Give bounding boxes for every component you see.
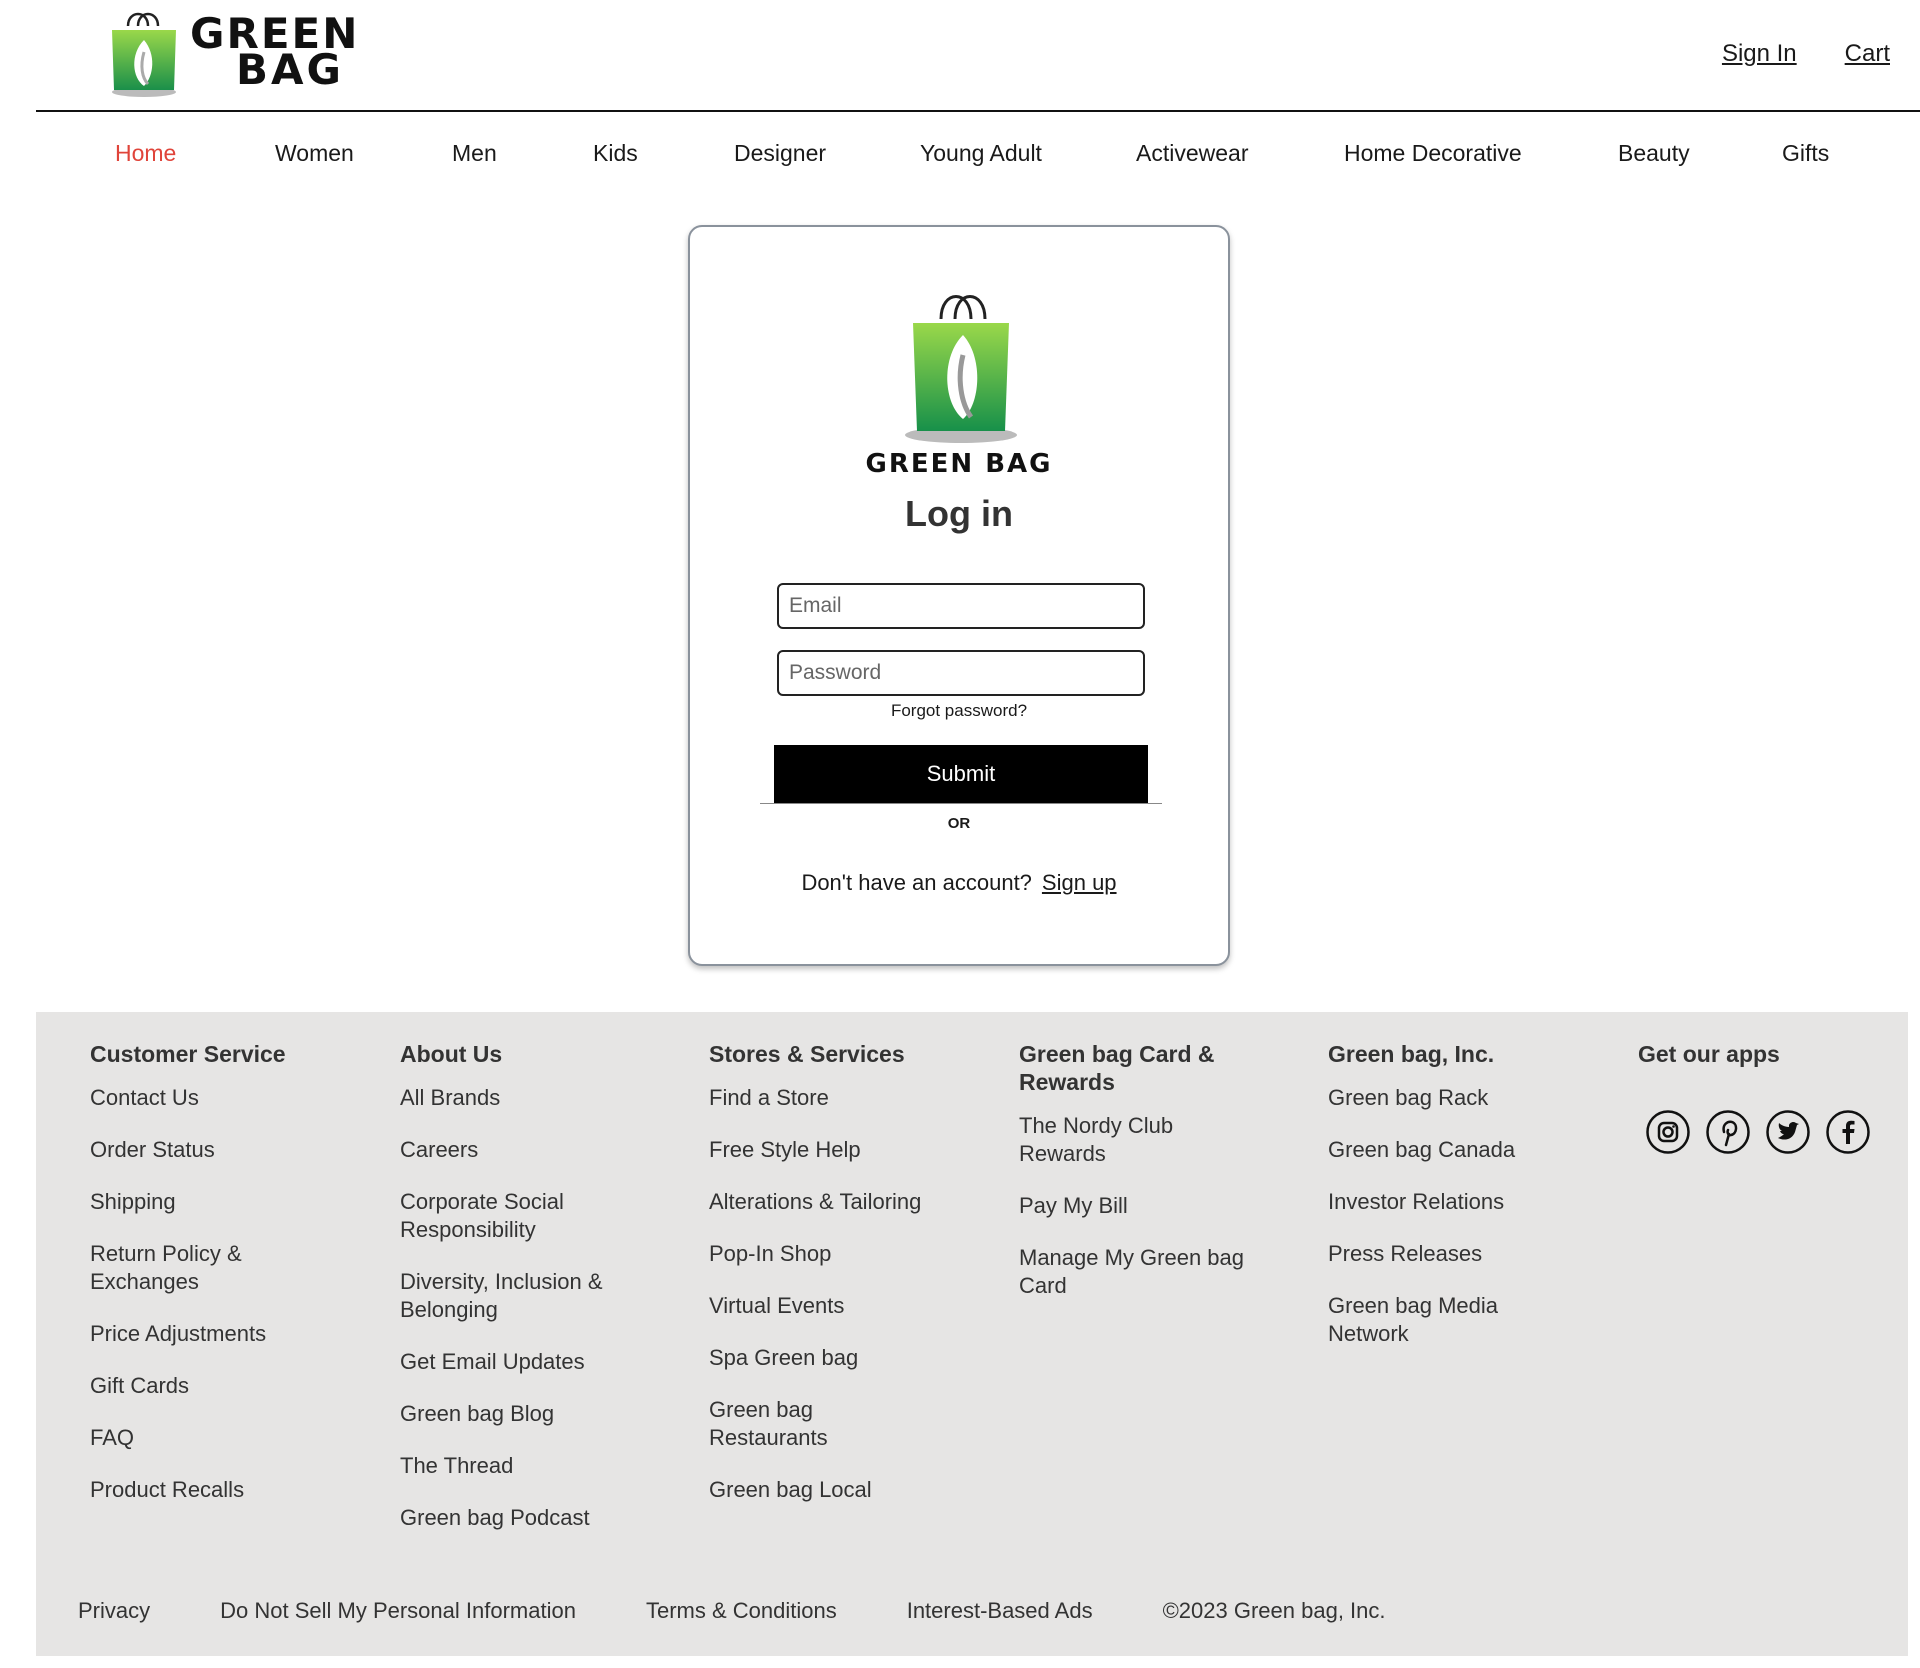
footer-link[interactable]: Green bag Media Network <box>1328 1292 1508 1348</box>
footer-link[interactable]: Pop-In Shop <box>709 1240 989 1268</box>
footer-link[interactable]: Product Recalls <box>90 1476 370 1504</box>
footer-link[interactable]: Green bag Canada <box>1328 1136 1608 1164</box>
sign-up-link[interactable]: Sign up <box>1042 870 1117 895</box>
do-not-sell-link[interactable]: Do Not Sell My Personal Information <box>220 1598 576 1624</box>
site-footer: Customer Service Contact Us Order Status… <box>36 1012 1908 1656</box>
terms-link[interactable]: Terms & Conditions <box>646 1598 837 1624</box>
pinterest-icon[interactable] <box>1706 1110 1750 1154</box>
footer-column-title: Customer Service <box>90 1041 286 1067</box>
footer-column-title: About Us <box>400 1041 503 1067</box>
shopping-bag-logo-icon <box>905 295 1017 443</box>
nav-item-beauty[interactable]: Beauty <box>1618 140 1690 167</box>
footer-link[interactable]: Pay My Bill <box>1019 1192 1249 1220</box>
footer-column-stores-services: Stores & Services Find a Store Free Styl… <box>709 1040 989 1528</box>
or-label: OR <box>947 815 971 832</box>
nav-item-home[interactable]: Home <box>115 140 176 167</box>
footer-link[interactable]: Price Adjustments <box>90 1320 370 1348</box>
facebook-icon[interactable] <box>1826 1110 1870 1154</box>
email-field[interactable] <box>777 583 1145 629</box>
footer-link[interactable]: Virtual Events <box>709 1292 989 1320</box>
app-icons <box>1646 1110 1870 1154</box>
footer-column-title: Green bag, Inc. <box>1328 1041 1495 1067</box>
footer-link[interactable]: The Nordy Club Rewards <box>1019 1112 1219 1168</box>
copyright-text: ©2023 Green bag, Inc. <box>1162 1598 1386 1623</box>
footer-link[interactable]: Green bag Blog <box>400 1400 680 1428</box>
footer-column-customer-service: Customer Service Contact Us Order Status… <box>90 1040 370 1528</box>
footer-link[interactable]: The Thread <box>400 1452 680 1480</box>
footer-link[interactable]: Green bag Podcast <box>400 1504 680 1532</box>
nav-item-designer[interactable]: Designer <box>734 140 826 167</box>
footer-link[interactable]: Investor Relations <box>1328 1188 1608 1216</box>
shopping-bag-logo-icon <box>112 12 176 97</box>
footer-column-card-rewards: Green bag Card & Rewards The Nordy Club … <box>1019 1040 1249 1324</box>
footer-link[interactable]: Press Releases <box>1328 1240 1608 1268</box>
signup-prompt: Don't have an account? Sign up <box>690 870 1228 896</box>
sign-in-link[interactable]: Sign In <box>1722 40 1797 68</box>
footer-link[interactable]: Green bag Local <box>709 1476 989 1504</box>
footer-link[interactable]: Gift Cards <box>90 1372 370 1400</box>
nav-item-activewear[interactable]: Activewear <box>1136 140 1248 167</box>
nav-item-home-decorative[interactable]: Home Decorative <box>1344 140 1522 167</box>
login-title: Log in <box>905 493 1013 534</box>
footer-link[interactable]: FAQ <box>90 1424 370 1452</box>
footer-column-title: Stores & Services <box>709 1041 905 1067</box>
privacy-link[interactable]: Privacy <box>78 1598 150 1624</box>
brand-logo[interactable]: GREEN BAG <box>104 6 359 98</box>
footer-link[interactable]: Contact Us <box>90 1084 370 1112</box>
footer-link[interactable]: Green bag Rack <box>1328 1084 1608 1112</box>
submit-button[interactable]: Submit <box>774 745 1148 803</box>
footer-link[interactable]: Alterations & Tailoring <box>709 1188 989 1216</box>
brand-line2: BAG <box>236 45 344 94</box>
nav-item-young-adult[interactable]: Young Adult <box>920 140 1042 167</box>
footer-link[interactable]: Spa Green bag <box>709 1344 989 1372</box>
login-card: GREEN BAG Log in Forgot password? Submit… <box>688 225 1230 966</box>
nav-item-kids[interactable]: Kids <box>593 140 638 167</box>
footer-column-title: Green bag Card & Rewards <box>1019 1041 1215 1095</box>
password-field[interactable] <box>777 650 1145 696</box>
brand-wordmark: GREEN BAG <box>190 13 359 94</box>
footer-link[interactable]: Shipping <box>90 1188 370 1216</box>
site-header: GREEN BAG Sign In Cart <box>0 0 1920 112</box>
footer-link[interactable]: Find a Store <box>709 1084 989 1112</box>
or-divider <box>760 803 1162 804</box>
twitter-icon[interactable] <box>1766 1110 1810 1154</box>
legal-links: Privacy Do Not Sell My Personal Informat… <box>78 1598 1386 1624</box>
main-nav: Home Women Men Kids Designer Young Adult… <box>0 140 1920 180</box>
footer-column-title: Get our apps <box>1638 1041 1780 1067</box>
footer-link[interactable]: Get Email Updates <box>400 1348 680 1376</box>
footer-link[interactable]: Order Status <box>90 1136 370 1164</box>
footer-link[interactable]: Free Style Help <box>709 1136 989 1164</box>
no-account-text: Don't have an account? <box>801 870 1032 895</box>
footer-column-green-bag-inc: Green bag, Inc. Green bag Rack Green bag… <box>1328 1040 1608 1372</box>
footer-link[interactable]: Return Policy & Exchanges <box>90 1240 270 1296</box>
cart-link[interactable]: Cart <box>1845 40 1890 68</box>
footer-column-get-apps: Get our apps <box>1638 1040 1878 1084</box>
footer-link[interactable]: Green bag Restaurants <box>709 1396 839 1452</box>
footer-link[interactable]: All Brands <box>400 1084 680 1112</box>
instagram-icon[interactable] <box>1646 1110 1690 1154</box>
nav-item-women[interactable]: Women <box>275 140 354 167</box>
nav-item-men[interactable]: Men <box>452 140 497 167</box>
footer-column-about-us: About Us All Brands Careers Corporate So… <box>400 1040 680 1556</box>
header-divider <box>36 110 1920 112</box>
footer-link[interactable]: Manage My Green bag Card <box>1019 1244 1249 1300</box>
header-links: Sign In Cart <box>1722 40 1890 68</box>
footer-link[interactable]: Careers <box>400 1136 680 1164</box>
interest-based-ads-link[interactable]: Interest-Based Ads <box>907 1598 1093 1624</box>
footer-link[interactable]: Corporate Social Responsibility <box>400 1188 600 1244</box>
forgot-password-link[interactable]: Forgot password? <box>690 701 1228 721</box>
nav-item-gifts[interactable]: Gifts <box>1782 140 1829 167</box>
card-brand-wordmark: GREEN BAG <box>865 449 1053 479</box>
footer-link[interactable]: Diversity, Inclusion & Belonging <box>400 1268 620 1324</box>
